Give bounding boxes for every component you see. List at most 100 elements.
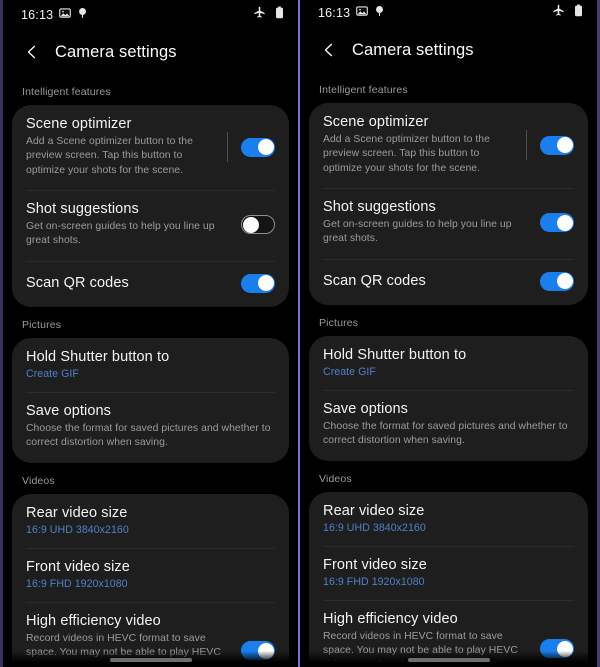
setting-row-hold-shutter-button[interactable]: Hold Shutter button to Create GIF (309, 336, 588, 390)
status-bar: 16:13 (3, 0, 298, 30)
home-indicator[interactable] (109, 658, 192, 662)
setting-value: Create GIF (26, 367, 79, 380)
setting-row-shot-suggestions[interactable]: Shot suggestions Get on-screen guides to… (12, 190, 289, 261)
setting-row-rear-video-size[interactable]: Rear video size 16:9 UHD 3840x2160 (309, 492, 588, 546)
toggle-area (526, 639, 574, 659)
settings-list[interactable]: Intelligent features Scene optimizer Add… (300, 72, 597, 667)
status-bar-left: 16:13 (21, 6, 88, 24)
toggle-high-efficiency-video[interactable] (540, 639, 574, 659)
section-header-videos: Videos (319, 472, 352, 485)
toggle-knob (556, 273, 573, 290)
setting-row-shot-suggestions[interactable]: Shot suggestions Get on-screen guides to… (309, 188, 588, 259)
setting-title: Scan QR codes (26, 275, 129, 292)
setting-row-high-efficiency-video[interactable]: High efficiency video Record videos in H… (309, 599, 588, 667)
battery-icon (275, 6, 284, 24)
home-indicator[interactable] (407, 658, 490, 662)
setting-title: Front video size (323, 556, 427, 573)
setting-title: Save options (323, 400, 409, 417)
setting-row-hold-shutter-button[interactable]: Hold Shutter button to Create GIF (12, 338, 289, 392)
row-text: Scene optimizer Add a Scene optimizer bu… (26, 116, 213, 178)
toggle-area (526, 271, 574, 291)
setting-value: 16:9 UHD 3840x2160 (323, 521, 426, 534)
setting-title: Front video size (26, 558, 130, 575)
phone-screenshot-left: 16:13 Camera settings Intelligent featur… (0, 0, 300, 667)
card-videos: Rear video size 16:9 UHD 3840x2160 Front… (12, 493, 289, 667)
row-text: Hold Shutter button to Create GIF (26, 349, 275, 380)
setting-row-save-options[interactable]: Save options Choose the format for saved… (309, 389, 588, 461)
toggle-knob (556, 214, 573, 231)
row-text: Front video size 16:9 FHD 1920x1080 (323, 557, 574, 588)
setting-row-save-options[interactable]: Save options Choose the format for saved… (12, 391, 289, 463)
card-pictures: Hold Shutter button to Create GIF Save o… (12, 337, 289, 463)
setting-row-scene-optimizer[interactable]: Scene optimizer Add a Scene optimizer bu… (309, 103, 588, 188)
row-text: Shot suggestions Get on-screen guides to… (323, 199, 526, 247)
vertical-divider (526, 130, 527, 161)
setting-title: High efficiency video (26, 612, 161, 629)
toggle-knob (257, 275, 274, 292)
page-title: Camera settings (55, 42, 177, 61)
camera-settings-screen-left: 16:13 Camera settings Intelligent featur… (3, 0, 298, 667)
toggle-area (512, 130, 574, 161)
setting-title: Save options (26, 402, 112, 419)
back-button[interactable] (19, 39, 45, 65)
row-text: Rear video size 16:9 UHD 3840x2160 (323, 503, 574, 534)
row-text: Hold Shutter button to Create GIF (323, 347, 574, 378)
setting-title: Scan QR codes (323, 273, 426, 290)
section-header-videos: Videos (22, 474, 55, 487)
back-button[interactable] (316, 37, 342, 63)
toggle-knob (257, 642, 274, 659)
airplane-mode-icon (552, 4, 565, 22)
row-text: Rear video size 16:9 UHD 3840x2160 (26, 505, 275, 536)
section-header-pictures: Pictures (319, 316, 359, 329)
status-bar-right (253, 6, 284, 24)
photo-icon (59, 6, 72, 24)
settings-list[interactable]: Intelligent features Scene optimizer Add… (3, 74, 298, 667)
side-by-side-comparison: 16:13 Camera settings Intelligent featur… (0, 0, 600, 667)
status-bar-right (552, 4, 583, 22)
location-pin-icon (374, 4, 385, 22)
setting-description: Get on-screen guides to help you line up… (26, 221, 215, 247)
toggle-knob (257, 139, 274, 156)
row-text: Scan QR codes (323, 273, 526, 289)
setting-row-scan-qr-codes[interactable]: Scan QR codes (309, 258, 588, 305)
setting-row-scene-optimizer[interactable]: Scene optimizer Add a Scene optimizer bu… (12, 105, 289, 190)
setting-title: Hold Shutter button to (26, 348, 170, 365)
setting-row-front-video-size[interactable]: Front video size 16:9 FHD 1920x1080 (12, 547, 289, 602)
setting-description: Get on-screen guides to help you line up… (323, 219, 512, 245)
setting-description: Choose the format for saved pictures and… (26, 422, 271, 449)
setting-row-rear-video-size[interactable]: Rear video size 16:9 UHD 3840x2160 (12, 494, 289, 548)
photo-icon (356, 4, 369, 22)
row-text: Shot suggestions Get on-screen guides to… (26, 201, 227, 249)
setting-description: Add a Scene optimizer button to the prev… (26, 136, 193, 176)
row-text: Save options Choose the format for saved… (323, 401, 574, 449)
section-header-intelligent-features: Intelligent features (22, 86, 111, 98)
back-arrow-icon (27, 45, 36, 59)
toggle-area (213, 132, 275, 163)
toggle-knob (556, 640, 573, 657)
setting-row-front-video-size[interactable]: Front video size 16:9 FHD 1920x1080 (309, 545, 588, 600)
toggle-knob (556, 137, 573, 154)
row-text: Save options Choose the format for saved… (26, 403, 275, 451)
toggle-shot-suggestions[interactable] (540, 213, 574, 233)
setting-title: Shot suggestions (26, 201, 139, 218)
card-videos: Rear video size 16:9 UHD 3840x2160 Front… (309, 491, 588, 667)
toggle-scan-qr-codes[interactable] (540, 271, 574, 291)
card-intelligent-features: Scene optimizer Add a Scene optimizer bu… (12, 105, 289, 307)
toggle-shot-suggestions[interactable] (241, 215, 275, 235)
setting-row-scan-qr-codes[interactable]: Scan QR codes (12, 260, 289, 307)
page-title: Camera settings (352, 40, 474, 59)
toggle-area (227, 215, 275, 235)
setting-description: Choose the format for saved pictures and… (323, 420, 568, 447)
card-pictures: Hold Shutter button to Create GIF Save o… (309, 335, 588, 461)
setting-title: Scene optimizer (26, 116, 132, 132)
setting-value: 16:9 FHD 1920x1080 (323, 575, 425, 588)
location-pin-icon (77, 6, 88, 24)
toggle-scene-optimizer[interactable] (241, 137, 275, 157)
status-bar-clock: 16:13 (318, 6, 351, 20)
toggle-high-efficiency-video[interactable] (241, 641, 275, 661)
row-text: Scene optimizer Add a Scene optimizer bu… (323, 114, 512, 176)
toggle-scene-optimizer[interactable] (540, 135, 574, 155)
status-bar-clock: 16:13 (21, 8, 54, 22)
airplane-mode-icon (253, 6, 266, 24)
toggle-scan-qr-codes[interactable] (241, 273, 275, 293)
